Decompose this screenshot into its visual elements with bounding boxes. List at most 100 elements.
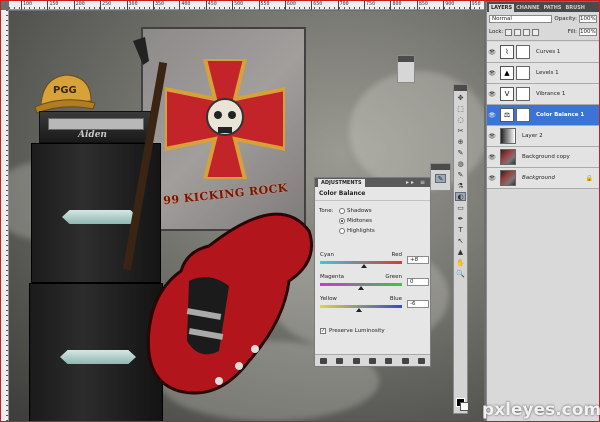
adjustment-layer-icon: ⌇ xyxy=(500,45,514,59)
adjustments-panel[interactable]: ADJUSTMENTS ▸▸ ≡ Color Balance Tone: Sha… xyxy=(314,177,431,367)
tone-option-highlights[interactable]: Highlights xyxy=(339,228,375,234)
tool-icon[interactable]: ◐ xyxy=(455,192,466,201)
layer-thumbnail[interactable] xyxy=(500,170,516,186)
lock-image-icon[interactable] xyxy=(514,28,522,36)
tools-titlebar[interactable] xyxy=(454,85,467,91)
layer-row[interactable]: 👁 ▲ Levels 1 xyxy=(487,63,599,84)
lock-icon: 🔒 xyxy=(585,174,593,182)
tool-icon[interactable]: ▭ xyxy=(455,203,466,212)
visibility-icon[interactable] xyxy=(368,357,376,364)
slider-thumb[interactable] xyxy=(361,264,368,268)
tool-icon[interactable]: ⚗ xyxy=(455,181,466,190)
yellow-blue-value-input[interactable]: -6 xyxy=(407,300,429,308)
floating-mini-panel[interactable] xyxy=(397,55,415,83)
tool-icon[interactable]: ◌ xyxy=(455,115,466,124)
cyan-red-value-input[interactable]: +8 xyxy=(407,256,429,264)
magenta-green-value-input[interactable]: 0 xyxy=(407,278,429,286)
radio-icon[interactable] xyxy=(339,208,345,214)
tool-icon[interactable]: ✎ xyxy=(455,170,466,179)
slider-right-label: Red xyxy=(391,252,402,258)
previous-state-icon[interactable] xyxy=(385,357,393,364)
eye-icon[interactable]: 👁 xyxy=(487,175,497,182)
tab-paths[interactable]: PATHS xyxy=(542,4,564,12)
ruler-tick-label: 100 xyxy=(21,1,32,10)
eye-icon[interactable]: 👁 xyxy=(487,70,497,77)
clip-to-layer-icon[interactable] xyxy=(352,357,360,364)
layer-row[interactable]: 👁 ⚖ Color Balance 1 xyxy=(487,105,599,126)
radio-icon[interactable] xyxy=(339,228,345,234)
ruler-tick-label: 900 xyxy=(443,1,454,10)
tool-icon[interactable]: ✒ xyxy=(455,214,466,223)
mini-tool-panel[interactable]: ✎ xyxy=(430,163,451,191)
tool-icon[interactable]: ◍ xyxy=(455,159,466,168)
radio-icon[interactable] xyxy=(339,218,345,224)
layers-panel[interactable]: LAYERS CHANNE PATHS BRUSH Normal Opacity… xyxy=(486,2,599,421)
tab-layers[interactable]: LAYERS xyxy=(489,4,515,12)
trash-icon[interactable] xyxy=(418,357,426,364)
slider-thumb[interactable] xyxy=(355,308,362,312)
reset-icon[interactable] xyxy=(401,357,409,364)
yellow-blue-slider[interactable] xyxy=(320,305,402,312)
brush-preset-icon[interactable]: ✎ xyxy=(435,174,446,183)
eye-icon[interactable]: 👁 xyxy=(487,133,497,140)
expand-view-icon[interactable] xyxy=(336,357,344,364)
horizontal-ruler[interactable]: 100 150 200 250 300 350 400 450 500 550 600 650 700 7… xyxy=(9,1,484,10)
eye-icon[interactable]: 👁 xyxy=(487,91,497,98)
cyan-red-slider[interactable] xyxy=(320,261,402,268)
watermark: pxleyes.com xyxy=(482,400,600,420)
vertical-ruler[interactable] xyxy=(1,10,9,421)
preserve-luminosity-checkbox[interactable]: ✓ Preserve Luminosity xyxy=(320,328,385,334)
tool-icon[interactable]: ✥ xyxy=(455,93,466,102)
tool-icon[interactable]: ✋ xyxy=(455,258,466,267)
tool-icon[interactable]: 🔍 xyxy=(455,269,466,278)
layer-row[interactable]: 👁 Layer 2 xyxy=(487,126,599,147)
fill-input[interactable]: 100% xyxy=(579,28,597,36)
tool-icon[interactable]: ▲ xyxy=(455,247,466,256)
eye-icon[interactable]: 👁 xyxy=(487,49,497,56)
ruler-tick-label: 450 xyxy=(205,1,217,10)
tab-brush[interactable]: BRUSH xyxy=(563,4,587,12)
opacity-input[interactable]: 100% xyxy=(579,15,597,23)
tool-icon[interactable]: ↖ xyxy=(455,236,466,245)
slider-yellow-blue-labels: Yellow Blue xyxy=(320,296,402,302)
layer-row[interactable]: 👁 Background 🔒 xyxy=(487,168,599,189)
layer-row[interactable]: 👁 ⌇ Curves 1 xyxy=(487,42,599,63)
layer-mask-thumbnail[interactable] xyxy=(516,108,530,122)
mini-panel-titlebar[interactable] xyxy=(398,56,414,62)
eye-icon[interactable]: 👁 xyxy=(487,112,497,119)
ruler-tick-label: 800 xyxy=(390,1,401,10)
eye-icon[interactable]: 👁 xyxy=(487,154,497,161)
tool-icon[interactable]: ✂ xyxy=(455,126,466,135)
tool-icon[interactable]: ✎ xyxy=(455,148,466,157)
tab-channels[interactable]: CHANNE xyxy=(514,4,542,12)
blend-mode-select[interactable]: Normal xyxy=(489,15,553,23)
layer-mask-thumbnail[interactable] xyxy=(516,66,530,80)
magenta-green-slider[interactable] xyxy=(320,283,402,290)
tools-panel[interactable]: ✥ ⬚ ◌ ✂ ⊕ ✎ ◍ ✎ ⚗ ◐ ▭ ✒ T ↖ ▲ ✋ 🔍 xyxy=(453,84,469,414)
layer-name: Levels 1 xyxy=(536,70,559,76)
tool-icon[interactable]: ⬚ xyxy=(455,104,466,113)
layer-thumbnail[interactable] xyxy=(500,149,516,165)
return-to-list-icon[interactable] xyxy=(319,357,327,364)
layer-name: Vibrance 1 xyxy=(536,91,566,97)
lock-position-icon[interactable] xyxy=(523,28,531,36)
layer-row[interactable]: 👁 V Vibrance 1 xyxy=(487,84,599,105)
lock-transparent-icon[interactable] xyxy=(505,28,513,36)
background-color-swatch[interactable] xyxy=(460,402,469,411)
blend-row: Normal Opacity: 100% xyxy=(487,12,599,26)
tool-icon[interactable]: T xyxy=(455,225,466,234)
mini-tool-titlebar[interactable] xyxy=(431,164,450,170)
layer-thumbnail[interactable] xyxy=(500,128,516,144)
tab-adjustments[interactable]: ADJUSTMENTS xyxy=(318,179,365,187)
checkbox-icon[interactable]: ✓ xyxy=(320,328,326,334)
panel-menu-icon[interactable]: ▸▸ ≡ xyxy=(406,179,427,186)
slider-thumb[interactable] xyxy=(358,286,364,290)
lock-all-icon[interactable] xyxy=(532,28,540,36)
tone-option-shadows[interactable]: Shadows xyxy=(339,208,372,214)
slider-right-label: Green xyxy=(385,274,402,280)
tool-icon[interactable]: ⊕ xyxy=(455,137,466,146)
layer-mask-thumbnail[interactable] xyxy=(516,45,530,59)
tone-option-midtones[interactable]: Midtones xyxy=(339,218,372,224)
layer-row[interactable]: 👁 Background copy xyxy=(487,147,599,168)
layer-mask-thumbnail[interactable] xyxy=(516,87,530,101)
